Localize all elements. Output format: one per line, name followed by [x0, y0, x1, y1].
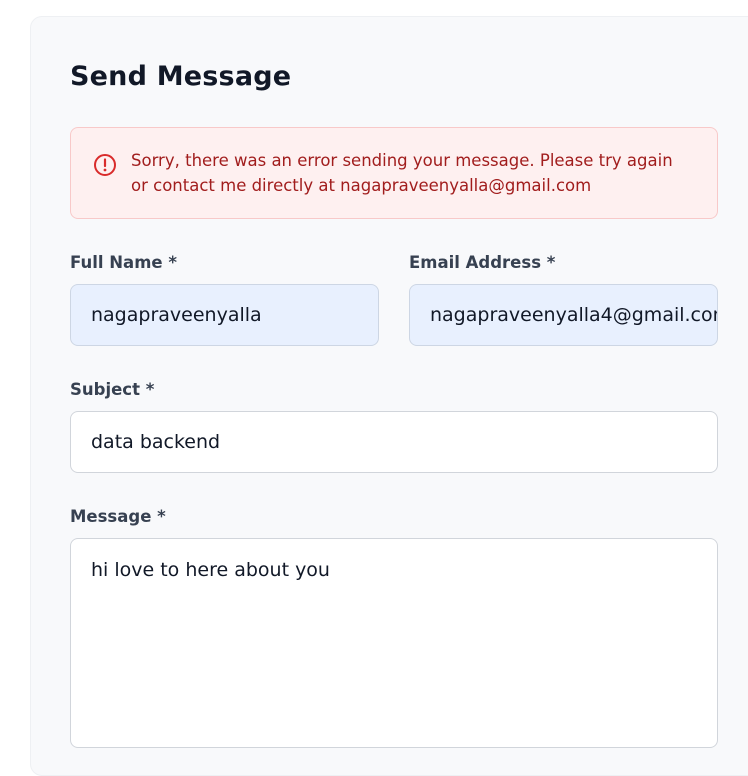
exclamation-circle-icon [93, 153, 117, 177]
form-title: Send Message [70, 61, 292, 92]
error-alert: Sorry, there was an error sending your m… [70, 127, 718, 219]
email-input[interactable]: nagapraveenyalla4@gmail.con [409, 284, 718, 346]
full-name-label: Full Name * [70, 253, 177, 272]
contact-form-card: Send Message Sorry, there was an error s… [30, 16, 748, 776]
subject-value: data backend [91, 431, 221, 453]
full-name-input[interactable]: nagapraveenyalla [70, 284, 379, 346]
error-message: Sorry, there was an error sending your m… [131, 151, 673, 195]
subject-label: Subject * [70, 380, 155, 399]
message-textarea[interactable]: hi love to here about you [70, 538, 718, 748]
message-label: Message * [70, 507, 166, 526]
full-name-value: nagapraveenyalla [91, 304, 262, 326]
email-value: nagapraveenyalla4@gmail.con [430, 304, 718, 326]
message-value: hi love to here about you [91, 559, 330, 581]
subject-input[interactable]: data backend [70, 411, 718, 473]
email-label: Email Address * [409, 253, 556, 272]
